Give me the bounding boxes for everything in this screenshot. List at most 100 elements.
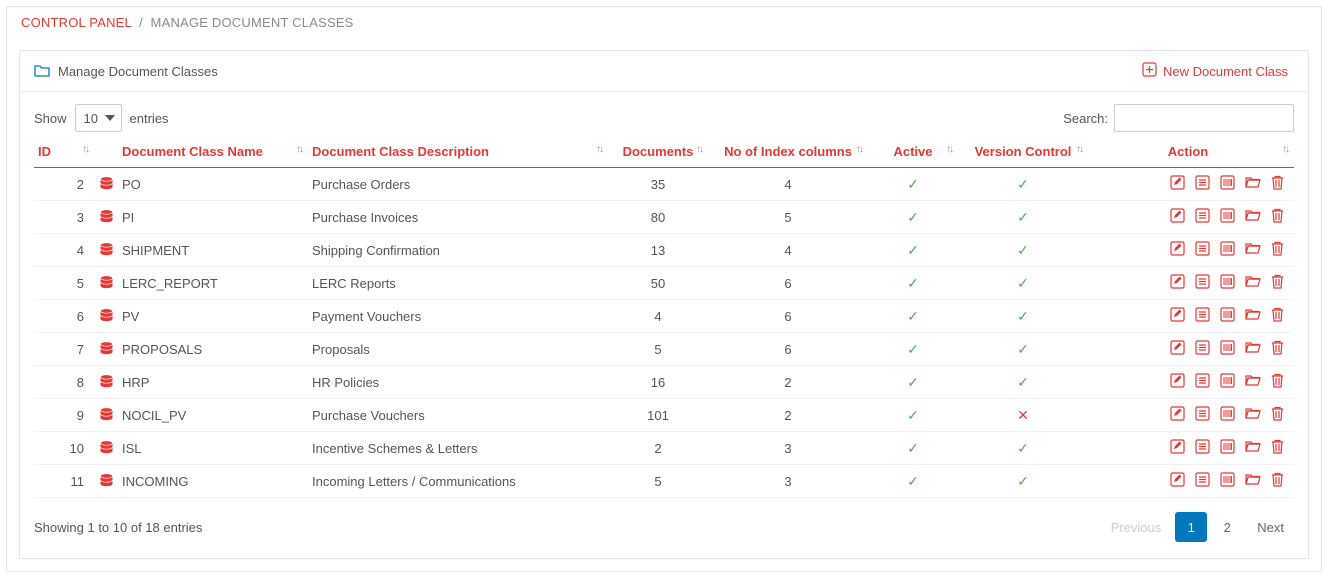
cell-name: PO <box>118 168 308 201</box>
col-action[interactable]: Action↑↓ <box>1088 138 1294 168</box>
database-icon <box>99 176 114 192</box>
edit-button[interactable] <box>1170 340 1185 355</box>
cell-docs: 50 <box>608 267 708 300</box>
list-button[interactable] <box>1195 307 1210 322</box>
cell-desc: Purchase Vouchers <box>308 399 608 432</box>
breadcrumb-root[interactable]: CONTROL PANEL <box>21 15 131 30</box>
cell-idx: 6 <box>708 333 868 366</box>
pager-page[interactable]: 1 <box>1175 512 1207 542</box>
edit-button[interactable] <box>1170 274 1185 289</box>
breadcrumb-current: MANAGE DOCUMENT CLASSES <box>151 15 354 30</box>
cell-docs: 2 <box>608 432 708 465</box>
delete-button[interactable] <box>1271 241 1284 256</box>
barcode-button[interactable] <box>1220 307 1235 322</box>
edit-button[interactable] <box>1170 208 1185 223</box>
edit-button[interactable] <box>1170 472 1185 487</box>
cell-idx: 2 <box>708 366 868 399</box>
barcode-button[interactable] <box>1220 340 1235 355</box>
check-icon: ✓ <box>1017 209 1029 225</box>
open-folder-button[interactable] <box>1245 472 1261 487</box>
list-button[interactable] <box>1195 406 1210 421</box>
open-folder-button[interactable] <box>1245 373 1261 388</box>
open-folder-button[interactable] <box>1245 208 1261 223</box>
pager: Previous12Next <box>1101 512 1294 542</box>
barcode-button[interactable] <box>1220 439 1235 454</box>
delete-button[interactable] <box>1271 274 1284 289</box>
open-folder-button[interactable] <box>1245 307 1261 322</box>
delete-button[interactable] <box>1271 406 1284 421</box>
database-icon <box>99 374 114 390</box>
delete-button[interactable] <box>1271 175 1284 190</box>
open-folder-button[interactable] <box>1245 241 1261 256</box>
cell-name: INCOMING <box>118 465 308 498</box>
cell-idx: 6 <box>708 300 868 333</box>
open-folder-button[interactable] <box>1245 439 1261 454</box>
barcode-button[interactable] <box>1220 175 1235 190</box>
edit-button[interactable] <box>1170 406 1185 421</box>
col-idx[interactable]: No of Index columns↑↓ <box>708 138 868 168</box>
panel-title: Manage Document Classes <box>58 64 218 79</box>
list-button[interactable] <box>1195 241 1210 256</box>
pager-next[interactable]: Next <box>1247 512 1294 542</box>
x-icon: ✕ <box>1017 407 1029 423</box>
cell-name: PV <box>118 300 308 333</box>
open-folder-button[interactable] <box>1245 340 1261 355</box>
cell-desc: Incentive Schemes & Letters <box>308 432 608 465</box>
cell-name: HRP <box>118 366 308 399</box>
delete-button[interactable] <box>1271 208 1284 223</box>
length-select[interactable]: 10 <box>75 104 122 132</box>
check-icon: ✓ <box>1017 473 1029 489</box>
open-folder-button[interactable] <box>1245 406 1261 421</box>
list-button[interactable] <box>1195 472 1210 487</box>
pager-page[interactable]: 2 <box>1211 512 1243 542</box>
col-desc[interactable]: Document Class Description↑↓ <box>308 138 608 168</box>
delete-button[interactable] <box>1271 439 1284 454</box>
table-row: 5 LERC_REPORT LERC Reports 50 6 ✓ ✓ <box>34 267 1294 300</box>
col-docs[interactable]: Documents↑↓ <box>608 138 708 168</box>
open-folder-button[interactable] <box>1245 274 1261 289</box>
panel-manage-document-classes: Manage Document Classes New Document Cla… <box>19 50 1309 559</box>
list-button[interactable] <box>1195 373 1210 388</box>
col-version[interactable]: Version Control↑↓ <box>958 138 1088 168</box>
length-menu: Show 10 entries <box>34 104 169 132</box>
delete-button[interactable] <box>1271 472 1284 487</box>
new-document-class-button[interactable]: New Document Class <box>1136 61 1294 81</box>
barcode-button[interactable] <box>1220 274 1235 289</box>
barcode-button[interactable] <box>1220 373 1235 388</box>
cell-docs: 4 <box>608 300 708 333</box>
col-name[interactable]: Document Class Name↑↓ <box>118 138 308 168</box>
edit-button[interactable] <box>1170 175 1185 190</box>
list-button[interactable] <box>1195 340 1210 355</box>
cell-idx: 6 <box>708 267 868 300</box>
check-icon: ✓ <box>1017 341 1029 357</box>
list-button[interactable] <box>1195 208 1210 223</box>
list-button[interactable] <box>1195 175 1210 190</box>
delete-button[interactable] <box>1271 373 1284 388</box>
open-folder-button[interactable] <box>1245 175 1261 190</box>
edit-button[interactable] <box>1170 307 1185 322</box>
cell-idx: 3 <box>708 465 868 498</box>
edit-button[interactable] <box>1170 439 1185 454</box>
edit-button[interactable] <box>1170 241 1185 256</box>
list-button[interactable] <box>1195 439 1210 454</box>
cell-docs: 101 <box>608 399 708 432</box>
barcode-button[interactable] <box>1220 241 1235 256</box>
col-active[interactable]: Active↑↓ <box>868 138 958 168</box>
barcode-button[interactable] <box>1220 406 1235 421</box>
list-button[interactable] <box>1195 274 1210 289</box>
table-info: Showing 1 to 10 of 18 entries <box>34 520 202 535</box>
breadcrumb: CONTROL PANEL / MANAGE DOCUMENT CLASSES <box>7 7 1321 38</box>
cell-id: 7 <box>34 333 94 366</box>
check-icon: ✓ <box>1017 308 1029 324</box>
barcode-button[interactable] <box>1220 472 1235 487</box>
barcode-button[interactable] <box>1220 208 1235 223</box>
edit-button[interactable] <box>1170 373 1185 388</box>
cell-id: 11 <box>34 465 94 498</box>
delete-button[interactable] <box>1271 340 1284 355</box>
pager-prev: Previous <box>1101 512 1172 542</box>
table-row: 3 PI Purchase Invoices 80 5 ✓ ✓ <box>34 201 1294 234</box>
check-icon: ✓ <box>1017 176 1029 192</box>
col-id[interactable]: ID↑↓ <box>34 138 94 168</box>
delete-button[interactable] <box>1271 307 1284 322</box>
search-input[interactable] <box>1114 104 1294 132</box>
